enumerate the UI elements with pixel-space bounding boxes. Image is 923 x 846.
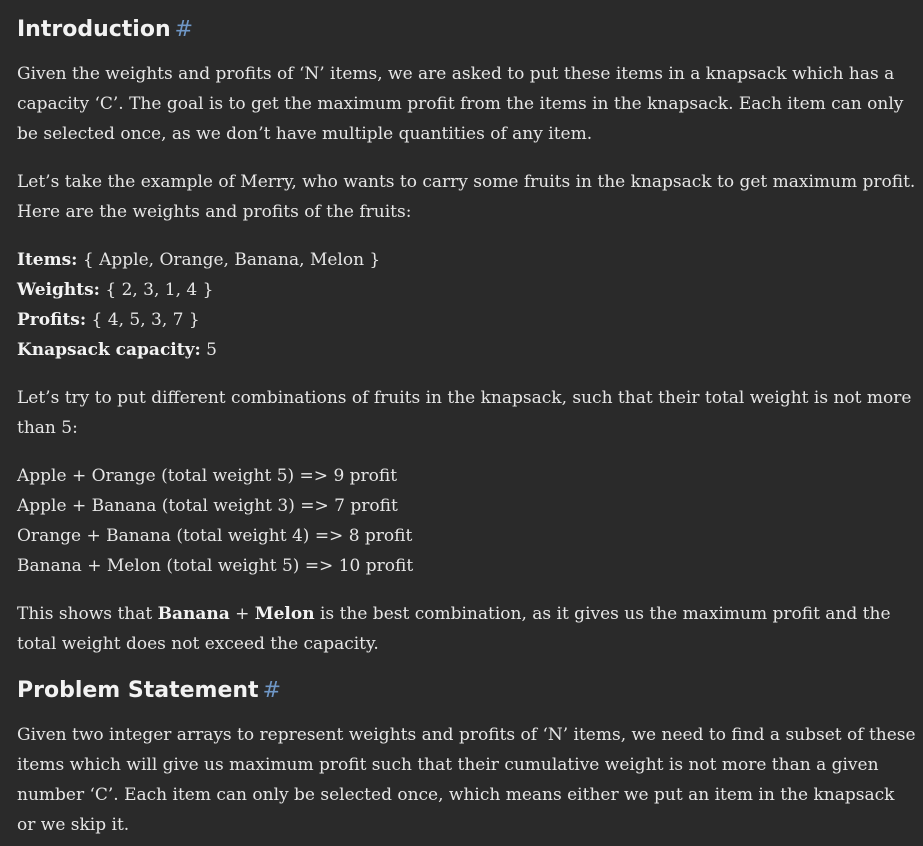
intro-heading: Introduction # bbox=[17, 10, 917, 50]
intro-heading-text: Introduction bbox=[17, 17, 171, 42]
combination-item: Orange + Banana (total weight 4) => 8 pr… bbox=[17, 526, 413, 546]
intro-paragraph-2: Let’s take the example of Merry, who wan… bbox=[17, 172, 916, 222]
combination-item: Apple + Banana (total weight 3) => 7 pro… bbox=[17, 496, 398, 516]
problem-anchor-link[interactable]: # bbox=[263, 678, 281, 703]
weights-line: Weights: { 2, 3, 1, 4 } bbox=[17, 275, 917, 305]
items-label: Items: bbox=[17, 250, 78, 270]
combination-item: Banana + Melon (total weight 5) => 10 pr… bbox=[17, 556, 414, 576]
items-value: { Apple, Orange, Banana, Melon } bbox=[82, 250, 381, 270]
conclusion-plus: + bbox=[229, 604, 255, 624]
conclusion-paragraph: This shows that Banana + Melon is the be… bbox=[17, 599, 917, 659]
intro-paragraph-1: Given the weights and profits of ‘N’ ite… bbox=[17, 64, 904, 144]
capacity-value: 5 bbox=[206, 340, 217, 360]
combination-item: Apple + Orange (total weight 5) => 9 pro… bbox=[17, 466, 398, 486]
weights-label: Weights: bbox=[17, 280, 100, 300]
profits-label: Profits: bbox=[17, 310, 87, 330]
profits-line: Profits: { 4, 5, 3, 7 } bbox=[17, 305, 917, 335]
conclusion-banana: Banana bbox=[157, 604, 230, 624]
article: Introduction # Given the weights and prof… bbox=[0, 0, 917, 840]
problem-heading-text: Problem Statement bbox=[17, 678, 259, 703]
weights-value: { 2, 3, 1, 4 } bbox=[105, 280, 214, 300]
profits-value: { 4, 5, 3, 7 } bbox=[91, 310, 200, 330]
conclusion-prefix: This shows that bbox=[17, 604, 158, 624]
intro-paragraph-3: Let’s try to put different combinations … bbox=[17, 388, 912, 438]
conclusion-melon: Melon bbox=[254, 604, 315, 624]
capacity-line: Knapsack capacity: 5 bbox=[17, 335, 917, 365]
items-line: Items: { Apple, Orange, Banana, Melon } bbox=[17, 245, 917, 275]
capacity-label: Knapsack capacity: bbox=[17, 340, 201, 360]
problem-paragraph: Given two integer arrays to represent we… bbox=[17, 725, 916, 835]
combination-list: Apple + Orange (total weight 5) => 9 pro… bbox=[17, 461, 917, 581]
intro-anchor-link[interactable]: # bbox=[175, 17, 193, 42]
problem-heading: Problem Statement # bbox=[17, 671, 917, 711]
example-values: Items: { Apple, Orange, Banana, Melon } … bbox=[17, 245, 917, 365]
